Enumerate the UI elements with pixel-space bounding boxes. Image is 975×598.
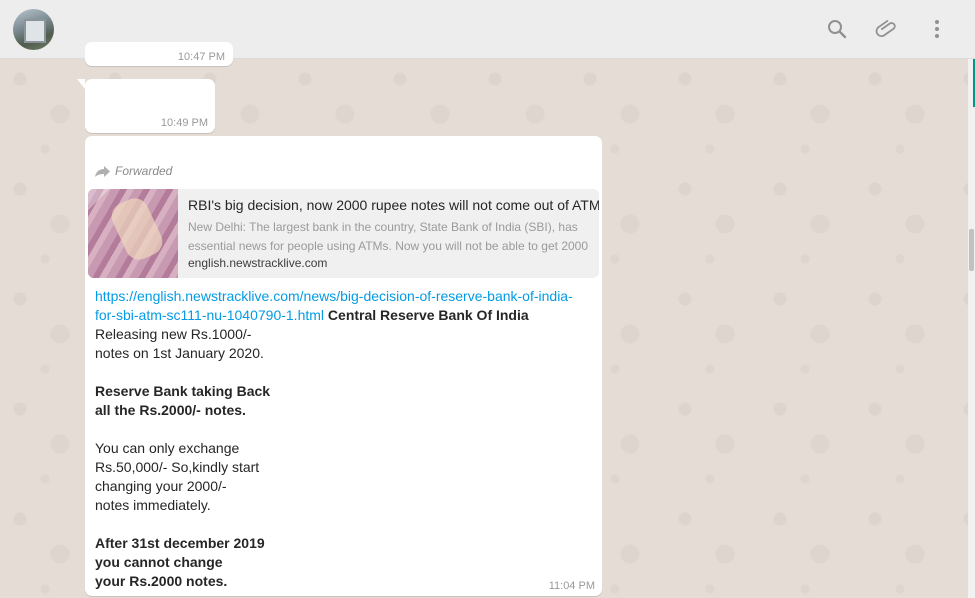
message-line: You can only exchange bbox=[95, 440, 240, 456]
forwarded-text: Forwarded bbox=[115, 164, 173, 178]
preview-description: New Delhi: The largest bank in the count… bbox=[188, 220, 589, 253]
preview-domain: english.newstracklive.com bbox=[188, 256, 328, 270]
message-line: changing your 2000/- bbox=[95, 478, 227, 494]
search-icon[interactable] bbox=[825, 17, 849, 41]
message-link[interactable]: https://english.newstracklive.com/news/b… bbox=[95, 288, 573, 304]
message-line-bold: After 31st december 2019 bbox=[95, 535, 265, 551]
paperclip-icon[interactable] bbox=[875, 17, 899, 41]
message-line-bold: your Rs.2000 notes. bbox=[95, 573, 228, 589]
message-line: Releasing new Rs.1000/- bbox=[95, 326, 252, 342]
forwarded-label: Forwarded bbox=[94, 164, 172, 178]
scrollbar[interactable] bbox=[968, 59, 975, 598]
message-bubble-empty: 10:49 PM bbox=[77, 79, 215, 133]
more-vertical-icon[interactable] bbox=[925, 17, 949, 41]
scrollbar-thumb[interactable] bbox=[969, 229, 974, 271]
forward-arrow-icon bbox=[95, 165, 110, 177]
preview-title: RBI's big decision, now 2000 rupee notes… bbox=[188, 197, 599, 213]
message-bubble-top: 10:47 PM bbox=[85, 42, 233, 66]
message-link-continued[interactable]: for-sbi-atm-sc111-nu-1040790-1.html bbox=[95, 307, 324, 323]
message-time: 10:47 PM bbox=[177, 51, 225, 63]
message-line-bold: you cannot change bbox=[95, 554, 223, 570]
message-line: Rs.50,000/- So,kindly start bbox=[95, 459, 260, 475]
message-line-bold: all the Rs.2000/- notes. bbox=[95, 402, 246, 418]
message-line: notes on 1st January 2020. bbox=[95, 345, 264, 361]
link-preview[interactable]: RBI's big decision, now 2000 rupee notes… bbox=[88, 189, 599, 278]
message-time: 10:49 PM bbox=[160, 117, 208, 129]
message-line: notes immediately. bbox=[95, 497, 211, 513]
message-heading: Central Reserve Bank Of India bbox=[327, 307, 529, 323]
message-text: https://english.newstracklive.com/news/b… bbox=[95, 287, 595, 591]
avatar[interactable] bbox=[13, 9, 54, 50]
message-line-bold: Reserve Bank taking Back bbox=[95, 383, 271, 399]
preview-thumbnail bbox=[88, 189, 178, 278]
